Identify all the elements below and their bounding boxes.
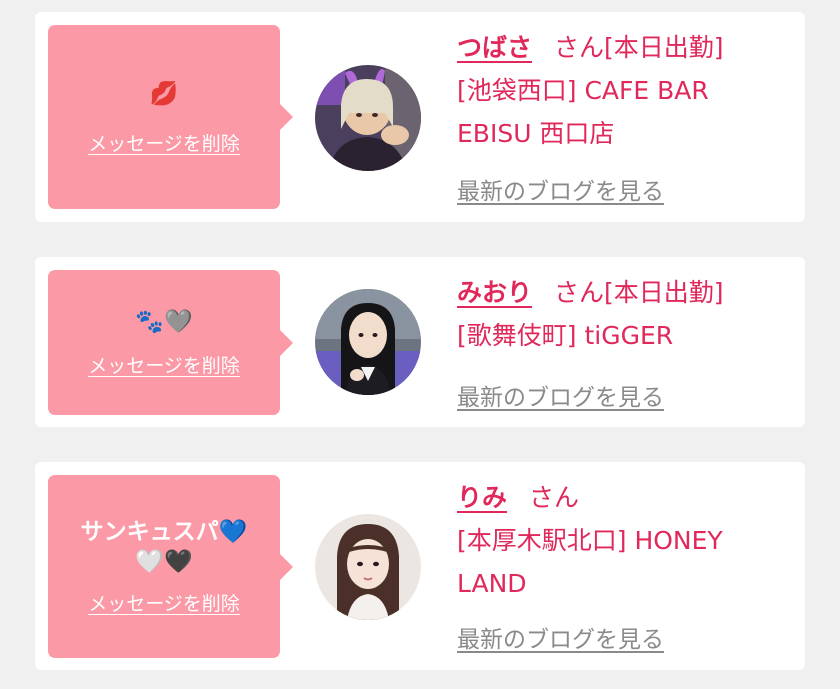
message-bubble: 🐾🩶 メッセージを削除 (48, 270, 293, 415)
girl-avatar-photo-icon (315, 514, 421, 620)
message-bubble: 💋 メッセージを削除 (48, 25, 293, 209)
cast-name-link[interactable]: みおり (457, 278, 532, 307)
avatar[interactable] (315, 65, 421, 171)
latest-blog-link[interactable]: 最新のブログを見る (457, 620, 664, 654)
work-status: [本日出勤] (604, 33, 724, 62)
message-card: 🐾🩶 メッセージを削除 みおり さん[本日出勤] [歌舞伎町] tiGGER 最新… (35, 257, 805, 427)
work-status: [本日出勤] (604, 278, 724, 307)
honorific: さん (554, 33, 605, 62)
girl-avatar-photo-icon (315, 289, 421, 395)
delete-message-link[interactable]: メッセージを削除 (88, 351, 240, 378)
cast-info: みおり さん[本日出勤] [歌舞伎町] tiGGER (457, 271, 787, 357)
message-text: 💋 (149, 80, 179, 107)
honorific: さん (529, 483, 580, 512)
cast-name-link[interactable]: つばさ (457, 33, 532, 62)
message-text: サンキュスパ💙🤍🖤 (80, 519, 248, 575)
name-line: みおり さん[本日出勤] (457, 271, 787, 314)
honorific: さん (554, 278, 605, 307)
avatar[interactable] (315, 289, 421, 395)
name-line: つばさ さん[本日出勤] (457, 26, 787, 69)
cast-info: つばさ さん[本日出勤] [池袋西口] CAFE BAR EBISU 西口店 (457, 26, 787, 155)
latest-blog-link[interactable]: 最新のブログを見る (457, 378, 664, 412)
message-card: サンキュスパ💙🤍🖤 メッセージを削除 りみ さん [本厚木駅北口] HONEY L… (35, 462, 805, 670)
name-line: りみ さん (457, 476, 787, 519)
avatar[interactable] (315, 514, 421, 620)
message-bubble: サンキュスパ💙🤍🖤 メッセージを削除 (48, 475, 293, 658)
store-name: [本厚木駅北口] HONEY LAND (457, 526, 723, 598)
delete-message-link[interactable]: メッセージを削除 (88, 589, 240, 616)
cast-info: りみ さん [本厚木駅北口] HONEY LAND (457, 476, 787, 605)
cast-name-link[interactable]: りみ (457, 483, 507, 512)
message-text: 🐾🩶 (135, 309, 193, 335)
latest-blog-link[interactable]: 最新のブログを見る (457, 172, 664, 206)
store-name: [池袋西口] CAFE BAR EBISU 西口店 (457, 76, 709, 148)
message-card: 💋 メッセージを削除 つばさ さん[本日出勤] [池袋西口] CAFE BAR E… (35, 12, 805, 222)
delete-message-link[interactable]: メッセージを削除 (88, 129, 240, 156)
store-name: [歌舞伎町] tiGGER (457, 321, 674, 350)
girl-avatar-photo-icon (315, 65, 421, 171)
